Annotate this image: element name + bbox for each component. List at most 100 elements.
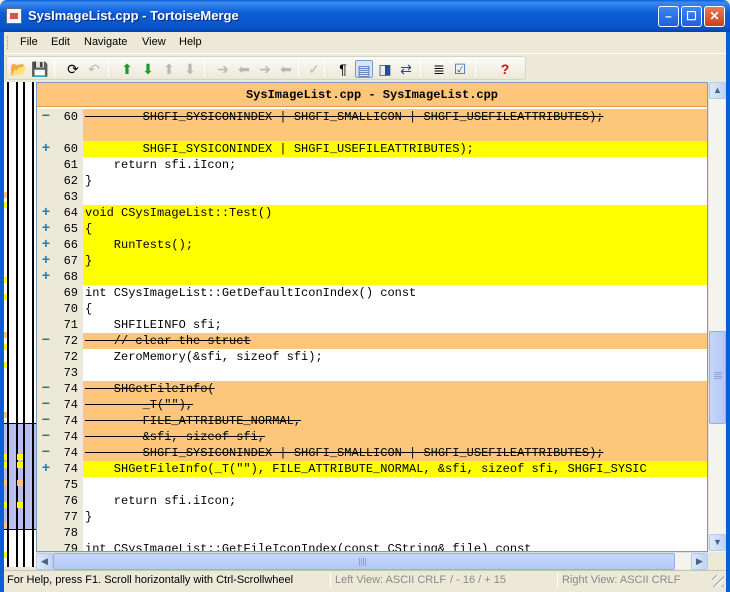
next-conflict-icon[interactable]: ⬆ <box>160 60 178 78</box>
reload-icon[interactable]: ⟳ <box>64 60 82 78</box>
diff-line[interactable]: 72 ZeroMemory(&sfi, sizeof sfi); <box>37 349 707 365</box>
undo-icon[interactable]: ↶ <box>85 60 103 78</box>
diff-line[interactable]: 62} <box>37 173 707 189</box>
diff-line[interactable]: 75 <box>37 477 707 493</box>
diff-line[interactable]: −60 SHGFI_SYSICONINDEX | SHGFI_SMALLICON… <box>37 109 707 125</box>
diff-line[interactable]: −74 _T(""), <box>37 397 707 413</box>
diff-line[interactable]: 63 <box>37 189 707 205</box>
close-button[interactable]: ✕ <box>704 6 725 27</box>
use-theirs-then-mine-icon[interactable]: ➔ <box>256 60 274 78</box>
line-gutter: −74 <box>37 413 83 429</box>
scroll-down-button[interactable]: ▼ <box>709 534 726 551</box>
diff-line[interactable]: 69 int CSysImageList::GetDefaultIconIndex… <box>37 285 707 301</box>
use-theirs-icon[interactable]: ➔ <box>214 60 232 78</box>
open-folder-icon[interactable]: 📂 <box>10 60 28 78</box>
locator-divider <box>32 82 34 567</box>
locator-divider <box>23 82 25 567</box>
diff-line[interactable]: +66 RunTests(); <box>37 237 707 253</box>
diff-line[interactable]: −74 FILE_ATTRIBUTE_NORMAL, <box>37 413 707 429</box>
diff-line[interactable]: 61 return sfi.iIcon; <box>37 157 707 173</box>
line-gutter: 78 <box>37 525 83 541</box>
line-gutter: 62 <box>37 173 83 189</box>
locator-bar[interactable] <box>4 82 36 567</box>
scroll-left-button[interactable]: ◀ <box>36 553 53 570</box>
use-mine-then-theirs-icon[interactable]: ⬅ <box>277 60 295 78</box>
line-diff-bar-icon[interactable]: ≣ <box>430 60 448 78</box>
toolbar: 📂 💾 ⟳ ↶ ⬆ ⬇ ⬆ ⬇ ➔ ⬅ ➔ ⬅ ✓ ¶ ▤ ◨ ⇄ ≣ ☑? <box>4 53 726 81</box>
horizontal-scrollbar[interactable]: ◀ ▶ <box>36 552 708 570</box>
menu-file[interactable]: File <box>20 36 38 48</box>
diff-line[interactable]: −74 SHGetFileInfo( <box>37 381 707 397</box>
line-marker <box>39 125 53 141</box>
line-text <box>83 269 707 285</box>
line-text: FILE_ATTRIBUTE_NORMAL, <box>83 413 707 429</box>
locator-change-mark <box>4 344 7 350</box>
switch-panes-icon[interactable]: ⇄ <box>397 60 415 78</box>
diff-line[interactable]: +65{ <box>37 221 707 237</box>
diff-line[interactable]: 78 <box>37 525 707 541</box>
diff-line[interactable]: 79 int CSysImageList::GetFileIconIndex(co… <box>37 541 707 552</box>
diff-lines[interactable]: −60 SHGFI_SYSICONINDEX | SHGFI_SMALLICON… <box>37 109 707 552</box>
one-pane-view-icon[interactable]: ▤ <box>355 60 373 78</box>
line-gutter: +68 <box>37 269 83 285</box>
settings-icon[interactable]: ☑ <box>451 60 469 78</box>
diff-line[interactable] <box>37 125 707 141</box>
line-text: } <box>85 510 93 524</box>
line-number: 76 <box>63 494 78 508</box>
toolbar-separator <box>324 61 325 77</box>
tortoisemerge-app-icon[interactable] <box>6 8 22 24</box>
line-gutter: 75 <box>37 477 83 493</box>
diff-line[interactable]: 76 return sfi.iIcon; <box>37 493 707 509</box>
save-icon[interactable]: 💾 <box>31 60 49 78</box>
two-pane-view-icon[interactable]: ◨ <box>376 60 394 78</box>
vertical-scrollbar[interactable]: ▲ ▼ <box>708 82 726 552</box>
scroll-up-button[interactable]: ▲ <box>709 82 726 99</box>
diff-line[interactable]: +67} <box>37 253 707 269</box>
diff-pane[interactable]: SysImageList.cpp - SysImageList.cpp −60 … <box>36 82 708 552</box>
removed-line-icon: − <box>41 445 51 461</box>
line-text: SHGetFileInfo( <box>83 381 707 397</box>
line-marker <box>39 525 53 541</box>
line-number: 63 <box>63 190 78 204</box>
horizontal-scroll-thumb[interactable] <box>53 553 675 570</box>
diff-line[interactable]: −74 &sfi, sizeof sfi, <box>37 429 707 445</box>
menu-navigate[interactable]: Navigate <box>84 36 127 48</box>
added-line-icon: + <box>41 237 51 253</box>
diff-line[interactable]: 70 { <box>37 301 707 317</box>
status-help-text: For Help, press F1. Scroll horizontally … <box>7 574 294 586</box>
diff-line[interactable]: +60 SHGFI_SYSICONINDEX | SHGFI_USEFILEAT… <box>37 141 707 157</box>
whitespace-icon[interactable]: ¶ <box>334 60 352 78</box>
help-icon[interactable]: ? <box>496 60 514 78</box>
diff-line[interactable]: +74 SHGetFileInfo(_T(""), FILE_ATTRIBUTE… <box>37 461 707 477</box>
diff-line[interactable]: +68 <box>37 269 707 285</box>
diff-line[interactable]: 73 <box>37 365 707 381</box>
scroll-right-button[interactable]: ▶ <box>691 553 708 570</box>
next-difference-icon[interactable]: ⬆ <box>118 60 136 78</box>
mark-resolved-icon[interactable]: ✓ <box>305 60 323 78</box>
line-number: 66 <box>63 238 78 252</box>
resize-grip[interactable] <box>712 575 724 587</box>
use-mine-icon[interactable]: ⬅ <box>235 60 253 78</box>
line-marker <box>39 285 53 301</box>
previous-conflict-icon[interactable]: ⬇ <box>181 60 199 78</box>
diff-line[interactable]: −72 // clear the struct <box>37 333 707 349</box>
toolbar-separator <box>54 61 55 77</box>
locator-change-mark <box>4 480 7 486</box>
removed-line-icon: − <box>41 381 51 397</box>
line-number: 74 <box>63 446 78 460</box>
locator-change-mark <box>4 412 7 418</box>
menu-view[interactable]: View <box>142 36 166 48</box>
menu-help[interactable]: Help <box>179 36 202 48</box>
diff-line[interactable]: 77} <box>37 509 707 525</box>
previous-difference-icon[interactable]: ⬇ <box>139 60 157 78</box>
menu-edit[interactable]: Edit <box>51 36 70 48</box>
diff-line[interactable]: 71 SHFILEINFO sfi; <box>37 317 707 333</box>
vertical-scroll-thumb[interactable] <box>709 331 726 424</box>
toolbar-strip: 📂 💾 ⟳ ↶ ⬆ ⬇ ⬆ ⬇ ➔ ⬅ ➔ ⬅ ✓ ¶ ▤ ◨ ⇄ ≣ ☑? <box>6 56 526 80</box>
diff-line[interactable]: −74 SHGFI_SYSICONINDEX | SHGFI_SMALLICON… <box>37 445 707 461</box>
line-number: 79 <box>63 542 78 552</box>
line-gutter: 73 <box>37 365 83 381</box>
diff-line[interactable]: +64 void CSysImageList::Test() <box>37 205 707 221</box>
minimize-button[interactable]: – <box>658 6 679 27</box>
maximize-button[interactable]: ☐ <box>681 6 702 27</box>
